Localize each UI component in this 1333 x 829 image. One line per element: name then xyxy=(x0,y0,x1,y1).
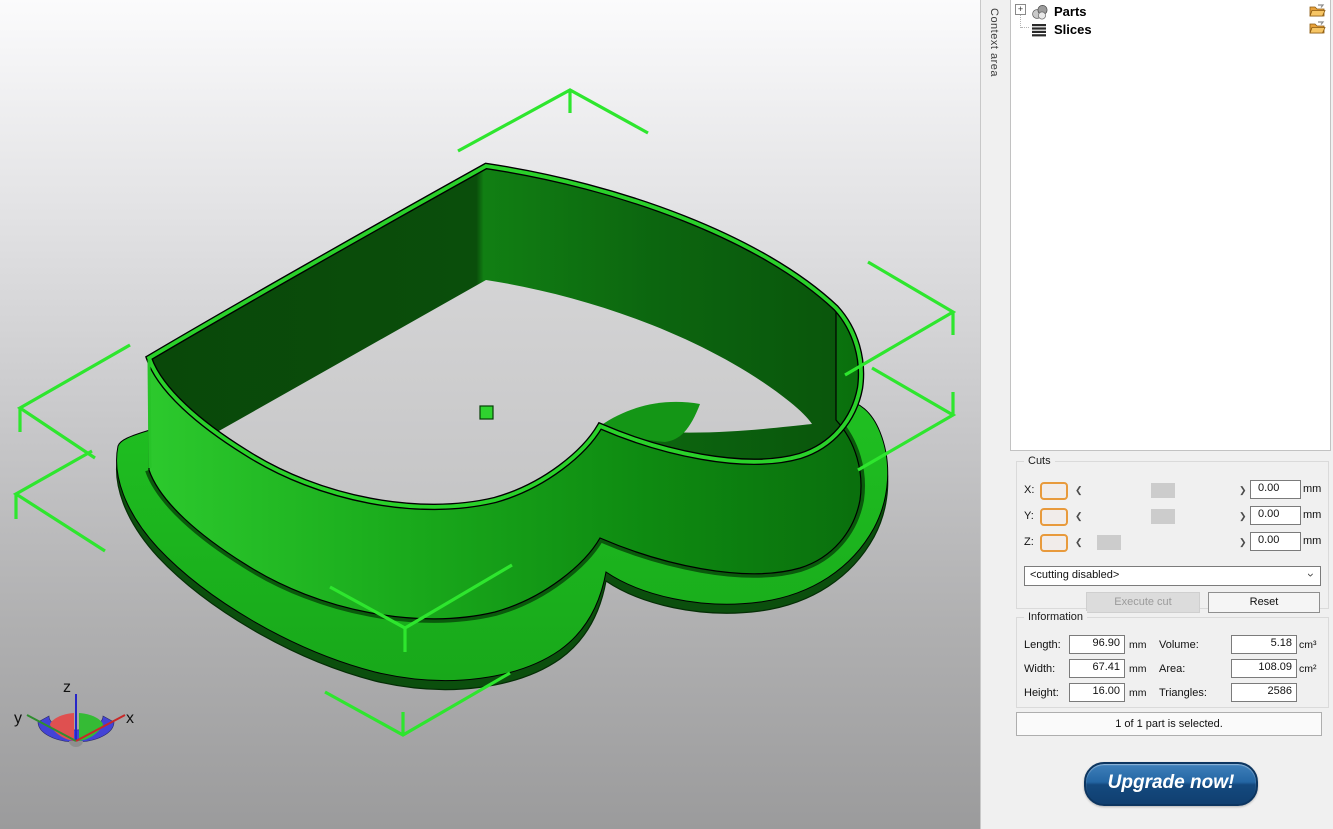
area-unit: cm² xyxy=(1299,663,1317,675)
cut-x-unit: mm xyxy=(1303,483,1322,495)
volume-label: Volume: xyxy=(1159,639,1199,651)
heart-cookie-cutter-model[interactable] xyxy=(116,162,889,691)
cuts-group-title: Cuts xyxy=(1024,455,1055,467)
chevron-down-icon: › xyxy=(1304,573,1318,577)
cut-x-slider-left-arrow[interactable]: ❮ xyxy=(1075,485,1083,496)
cut-z-unit: mm xyxy=(1303,535,1322,547)
width-unit: mm xyxy=(1129,663,1147,675)
cut-row-x: X: ❮ ❯ 0.00 mm xyxy=(1017,480,1328,500)
tree-item-parts[interactable]: Parts xyxy=(1031,3,1087,20)
height-value: 16.00 xyxy=(1069,683,1125,702)
axes-widget: z y x xyxy=(14,679,134,747)
bbox-corner-top xyxy=(457,88,649,153)
cut-y-slider-thumb[interactable] xyxy=(1151,509,1175,524)
cut-z-label: Z: xyxy=(1024,536,1034,548)
cut-z-toggle-button[interactable] xyxy=(1040,534,1068,552)
length-unit: mm xyxy=(1129,639,1147,651)
area-label: Area: xyxy=(1159,663,1186,675)
info-row: Height: 16.00 mm Triangles: 2586 xyxy=(1017,683,1328,703)
bbox-corner-left-upper xyxy=(16,343,131,460)
side-panel: + Parts Slices Cuts X: ❮ ❯ 0.00 mm Y: ❮ … xyxy=(1008,0,1333,829)
info-row: Length: 96.90 mm Volume: 5.18 cm³ xyxy=(1017,635,1328,655)
cutting-mode-selected: <cutting disabled> xyxy=(1030,569,1120,581)
volume-value: 5.18 xyxy=(1231,635,1297,654)
y-axis-label: y xyxy=(14,710,22,727)
tree-expander[interactable]: + xyxy=(1015,4,1026,15)
open-slices-folder-icon[interactable] xyxy=(1309,21,1326,34)
bbox-corner-left-lower xyxy=(12,449,106,553)
information-group: Information Length: 96.90 mm Volume: 5.1… xyxy=(1016,611,1329,708)
slices-stack-icon xyxy=(1032,23,1046,36)
tree-item-slices-label: Slices xyxy=(1054,22,1092,37)
cut-z-value-input[interactable]: 0.00 xyxy=(1250,532,1301,551)
cut-z-slider[interactable] xyxy=(1085,534,1241,551)
area-value: 108.09 xyxy=(1231,659,1297,678)
cutting-mode-dropdown[interactable]: <cutting disabled> › xyxy=(1024,566,1321,586)
cut-y-slider-right-arrow[interactable]: ❯ xyxy=(1239,511,1247,522)
z-axis-label: z xyxy=(63,679,71,696)
cut-x-slider[interactable] xyxy=(1085,482,1241,499)
cut-x-label: X: xyxy=(1024,484,1035,496)
cut-y-value-input[interactable]: 0.00 xyxy=(1250,506,1301,525)
cut-z-slider-thumb[interactable] xyxy=(1097,535,1121,550)
cut-z-slider-left-arrow[interactable]: ❮ xyxy=(1075,537,1083,548)
cut-y-unit: mm xyxy=(1303,509,1322,521)
volume-unit: cm³ xyxy=(1299,639,1317,651)
tree-connector xyxy=(1021,27,1029,29)
width-label: Width: xyxy=(1024,663,1056,675)
cut-y-slider[interactable] xyxy=(1085,508,1241,525)
parts-spheres-icon xyxy=(1032,4,1048,19)
cut-x-value-input[interactable]: 0.00 xyxy=(1250,480,1301,499)
cut-y-label: Y: xyxy=(1024,510,1034,522)
tree-item-parts-label: Parts xyxy=(1054,4,1087,19)
axes-gray-cap xyxy=(69,741,83,747)
origin-marker xyxy=(479,405,494,420)
cut-x-slider-right-arrow[interactable]: ❯ xyxy=(1239,485,1247,496)
width-value: 67.41 xyxy=(1069,659,1125,678)
x-axis-label: x xyxy=(126,710,134,727)
upgrade-now-button[interactable]: Upgrade now! xyxy=(1084,762,1258,806)
cut-y-toggle-button[interactable] xyxy=(1040,508,1068,526)
cut-x-slider-thumb[interactable] xyxy=(1151,483,1175,498)
cuts-group: Cuts X: ❮ ❯ 0.00 mm Y: ❮ ❯ 0.00 mm Z: ❮ … xyxy=(1016,455,1329,613)
triangles-value: 2586 xyxy=(1231,683,1297,702)
netfabb-window: z y x Context area + Parts Slices Cuts X… xyxy=(0,0,1333,829)
open-parts-folder-icon[interactable] xyxy=(1309,4,1326,17)
cut-y-slider-left-arrow[interactable]: ❮ xyxy=(1075,511,1083,522)
information-group-title: Information xyxy=(1024,611,1088,623)
length-label: Length: xyxy=(1024,639,1061,651)
cut-x-toggle-button[interactable] xyxy=(1040,482,1068,500)
3d-viewport[interactable]: z y x xyxy=(0,0,980,829)
context-area-label: Context area xyxy=(988,8,1000,77)
length-value: 96.90 xyxy=(1069,635,1125,654)
selection-status: 1 of 1 part is selected. xyxy=(1016,712,1322,736)
reset-button[interactable]: Reset xyxy=(1208,592,1320,613)
cut-row-z: Z: ❮ ❯ 0.00 mm xyxy=(1017,532,1328,552)
info-row: Width: 67.41 mm Area: 108.09 cm² xyxy=(1017,659,1328,679)
height-unit: mm xyxy=(1129,687,1147,699)
parts-tree: + Parts Slices xyxy=(1010,0,1331,451)
height-label: Height: xyxy=(1024,687,1059,699)
cut-row-y: Y: ❮ ❯ 0.00 mm xyxy=(1017,506,1328,526)
execute-cut-button[interactable]: Execute cut xyxy=(1086,592,1200,613)
cut-z-slider-right-arrow[interactable]: ❯ xyxy=(1239,537,1247,548)
tree-item-slices[interactable]: Slices xyxy=(1031,21,1092,38)
context-area-strip: Context area xyxy=(980,0,1009,829)
tip-edge xyxy=(147,359,152,469)
triangles-label: Triangles: xyxy=(1159,687,1207,699)
